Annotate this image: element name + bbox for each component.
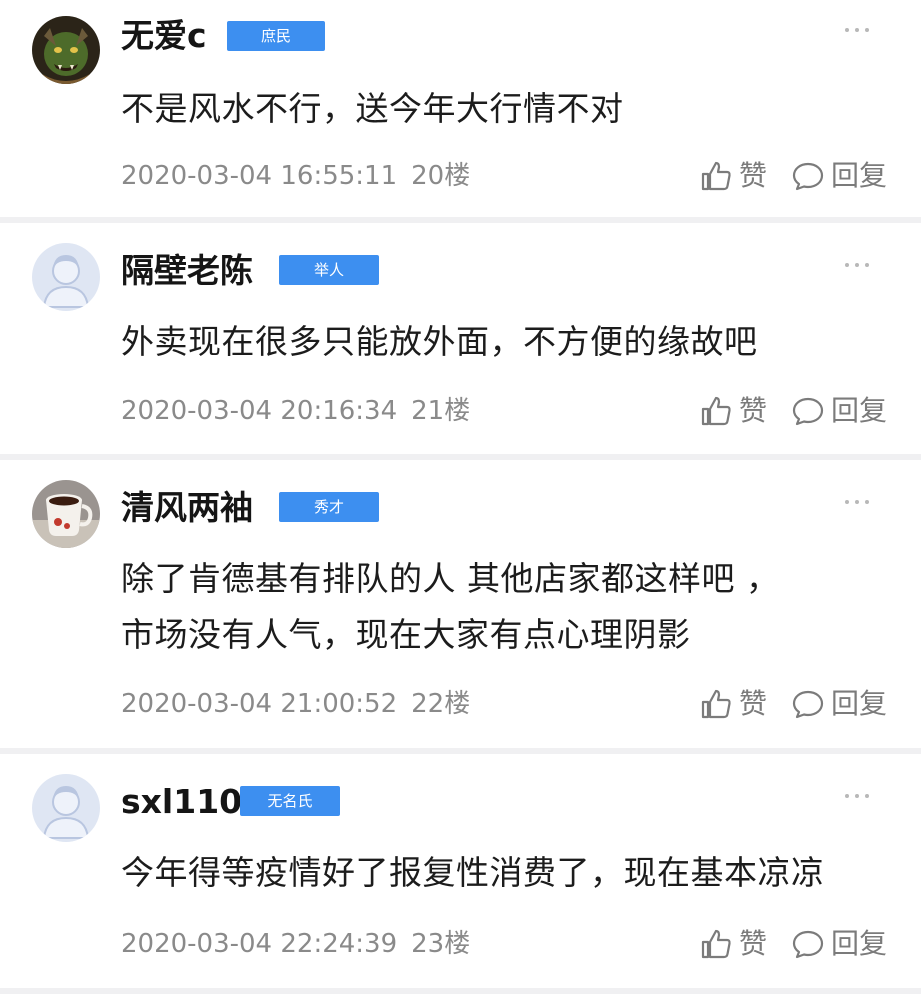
rank-badge: 秀才 — [279, 492, 379, 522]
like-button[interactable]: 赞 — [699, 158, 767, 194]
reply-label: 回复 — [830, 927, 887, 960]
avatar[interactable] — [32, 16, 100, 84]
comment-meta: 2020-03-04 20:16:34 21楼 — [121, 393, 470, 429]
comment-line: 今年得等疫情好了报复性消费了，现在基本凉凉 — [121, 853, 825, 892]
comment-line: 市场没有人气，现在大家有点心理阴影 — [121, 615, 691, 654]
floor-number: 21楼 — [411, 396, 471, 426]
comment-line: 不是风水不行，送今年大行情不对 — [121, 89, 624, 128]
coffee-cup-avatar-icon — [32, 480, 100, 548]
reply-button[interactable]: 回复 — [791, 393, 887, 429]
like-label: 赞 — [738, 687, 767, 720]
thumbs-up-icon — [701, 689, 731, 719]
more-options-icon[interactable] — [845, 263, 869, 267]
rank-badge: 举人 — [279, 255, 379, 285]
comment-meta: 2020-03-04 22:24:39 23楼 — [121, 926, 470, 962]
orc-avatar-icon — [32, 16, 100, 84]
default-user-avatar-icon — [32, 774, 100, 842]
comment-text: 外卖现在很多只能放外面，不方便的缘故吧 — [121, 317, 881, 367]
reply-label: 回复 — [830, 687, 887, 720]
speech-bubble-icon — [792, 690, 824, 719]
timestamp: 2020-03-04 22:24:39 — [121, 929, 398, 959]
reply-button[interactable]: 回复 — [791, 686, 887, 722]
comment-actions: 赞 回复 — [699, 158, 887, 194]
thumbs-up-icon — [701, 396, 731, 426]
username[interactable]: 无爱c — [121, 14, 207, 58]
more-options-icon[interactable] — [845, 794, 869, 798]
floor-number: 20楼 — [411, 161, 471, 191]
like-label: 赞 — [738, 927, 767, 960]
floor-number: 22楼 — [411, 689, 471, 719]
reply-button[interactable]: 回复 — [791, 926, 887, 962]
default-user-avatar-icon — [32, 243, 100, 311]
comment-item: 无爱c 庶民 不是风水不行，送今年大行情不对 2020-03-04 16:55:… — [0, 0, 921, 223]
avatar[interactable] — [32, 480, 100, 548]
speech-bubble-icon — [792, 397, 824, 426]
comment-line: 除了肯德基有排队的人 其他店家都这样吧 ， — [121, 559, 780, 598]
comment-actions: 赞 回复 — [699, 393, 887, 429]
like-label: 赞 — [738, 159, 767, 192]
comment-text: 不是风水不行，送今年大行情不对 — [121, 84, 881, 134]
timestamp: 2020-03-04 16:55:11 — [121, 161, 398, 191]
comment-text: 除了肯德基有排队的人 其他店家都这样吧 ， 市场没有人气，现在大家有点心理阴影 — [121, 554, 881, 660]
comment-actions: 赞 回复 — [699, 686, 887, 722]
like-button[interactable]: 赞 — [699, 393, 767, 429]
timestamp: 2020-03-04 21:00:52 — [121, 689, 398, 719]
speech-bubble-icon — [792, 162, 824, 191]
timestamp: 2020-03-04 20:16:34 — [121, 396, 398, 426]
like-button[interactable]: 赞 — [699, 926, 767, 962]
comment-item: sxl110 无名氏 今年得等疫情好了报复性消费了，现在基本凉凉 2020-03… — [0, 754, 921, 994]
comment-meta: 2020-03-04 16:55:11 20楼 — [121, 158, 470, 194]
username[interactable]: 清风两袖 — [121, 486, 253, 530]
comment-line: 外卖现在很多只能放外面，不方便的缘故吧 — [121, 322, 758, 361]
comment-item: 清风两袖 秀才 除了肯德基有排队的人 其他店家都这样吧 ， 市场没有人气，现在大… — [0, 460, 921, 754]
username[interactable]: 隔壁老陈 — [121, 249, 253, 293]
comment-item: 隔壁老陈 举人 外卖现在很多只能放外面，不方便的缘故吧 2020-03-04 2… — [0, 223, 921, 460]
more-options-icon[interactable] — [845, 500, 869, 504]
reply-button[interactable]: 回复 — [791, 158, 887, 194]
like-label: 赞 — [738, 394, 767, 427]
reply-label: 回复 — [830, 159, 887, 192]
avatar[interactable] — [32, 243, 100, 311]
floor-number: 23楼 — [411, 929, 471, 959]
thumbs-up-icon — [701, 161, 731, 191]
comment-actions: 赞 回复 — [699, 926, 887, 962]
reply-label: 回复 — [830, 394, 887, 427]
rank-badge: 庶民 — [227, 21, 325, 51]
rank-badge: 无名氏 — [240, 786, 340, 816]
comment-meta: 2020-03-04 21:00:52 22楼 — [121, 686, 470, 722]
username[interactable]: sxl110 — [121, 780, 242, 824]
avatar[interactable] — [32, 774, 100, 842]
thumbs-up-icon — [701, 929, 731, 959]
speech-bubble-icon — [792, 930, 824, 959]
more-options-icon[interactable] — [845, 28, 869, 32]
comment-text: 今年得等疫情好了报复性消费了，现在基本凉凉 — [121, 848, 881, 898]
like-button[interactable]: 赞 — [699, 686, 767, 722]
